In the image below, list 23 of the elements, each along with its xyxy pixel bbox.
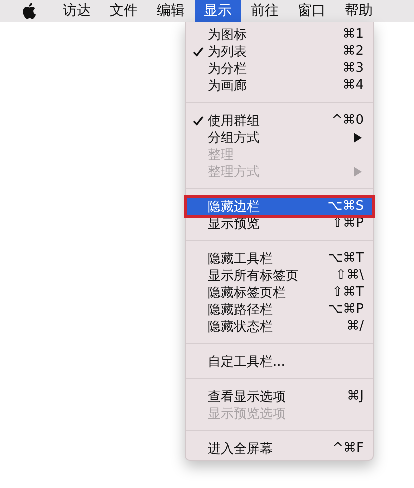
menu-item[interactable]: 为画廊 ⌘4 [186, 77, 373, 94]
menu-item[interactable]: 分组方式 [186, 129, 373, 146]
menu-item[interactable]: 为分栏 ⌘3 [186, 60, 373, 77]
menu-item[interactable]: 隐藏工具栏 ⌥⌘T [186, 250, 373, 267]
menu-item[interactable]: 进入全屏幕 ^⌘F [186, 440, 373, 457]
menu-bar-item[interactable]: 前往 [242, 0, 288, 22]
menu-bar-item[interactable]: 帮助 [336, 0, 382, 22]
menu-item[interactable]: 隐藏标签页栏 ⇧⌘T [186, 284, 373, 301]
menu-item[interactable]: 使用群组 ^⌘0 [186, 112, 373, 129]
menu-item[interactable]: 为列表 ⌘2 [186, 43, 373, 60]
menu-bar-item[interactable]: 显示 [195, 0, 241, 22]
menu-bar-item[interactable]: 文件 [101, 0, 147, 22]
menu-item[interactable]: 查看显示选项 ⌘J [186, 388, 373, 405]
menu-item[interactable]: 显示所有标签页 ⇧⌘\ [186, 267, 373, 284]
menu-item[interactable]: 隐藏边栏 ⌥⌘S [186, 197, 373, 216]
menu-bar-item[interactable]: 访达 [54, 0, 100, 22]
menu-item[interactable]: 隐藏状态栏 ⌘/ [186, 318, 373, 335]
apple-logo-icon [22, 3, 36, 19]
menu-item[interactable]: 隐藏路径栏 ⌥⌘P [186, 301, 373, 318]
menu-item[interactable]: 自定工具栏... [186, 353, 373, 370]
menu-item[interactable]: 为图标 ⌘1 [186, 26, 373, 43]
menu-bar-item[interactable]: 编辑 [148, 0, 194, 22]
menu-bar-item[interactable]: 窗口 [289, 0, 335, 22]
